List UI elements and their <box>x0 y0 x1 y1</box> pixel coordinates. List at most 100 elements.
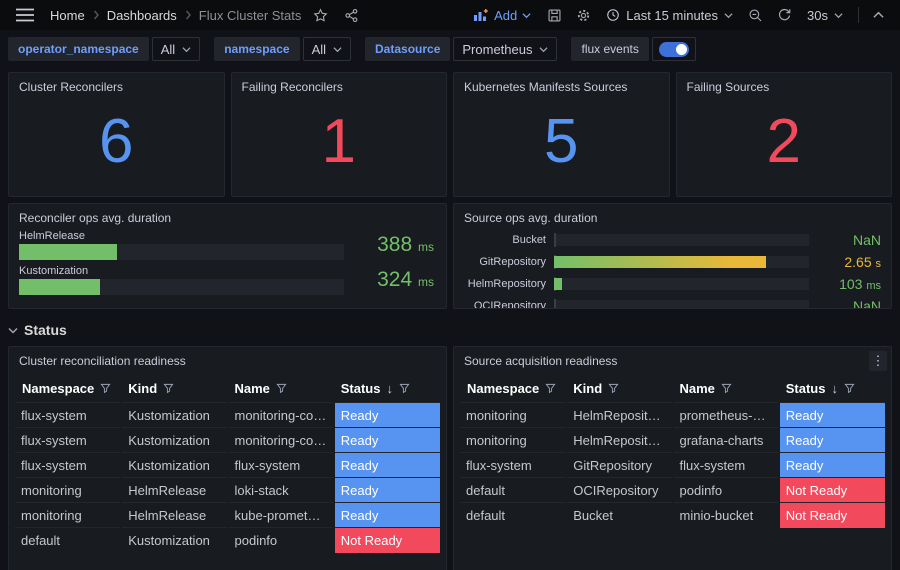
stat-panels-row: Cluster Reconcilers 6 Failing Reconciler… <box>8 72 892 197</box>
filter-icon[interactable] <box>163 383 174 394</box>
status-cell: Not Ready <box>334 528 440 553</box>
table-cell: HelmRepository <box>566 403 672 428</box>
column-header-kind[interactable]: Kind <box>121 375 227 403</box>
datasource-select[interactable]: Prometheus <box>453 37 557 61</box>
dashboard-settings-button[interactable] <box>570 5 597 26</box>
table-cell: flux-system <box>460 453 566 478</box>
namespace-select[interactable]: All <box>303 37 351 61</box>
filter-icon[interactable] <box>721 383 732 394</box>
divider <box>858 7 859 23</box>
status-cell: Ready <box>334 403 440 428</box>
save-icon <box>547 8 562 23</box>
add-button[interactable]: Add <box>465 5 539 26</box>
column-header-status[interactable]: Status↓ <box>334 375 440 403</box>
gauge-bar <box>554 278 562 290</box>
table-cell: HelmRepository <box>566 428 672 453</box>
filter-icon[interactable] <box>545 383 556 394</box>
table-cell: HelmRelease <box>121 478 227 503</box>
flux-events-toggle[interactable] <box>652 37 696 61</box>
collapse-toolbar-button[interactable] <box>867 8 890 22</box>
gauge-value: 388 ms <box>344 233 436 257</box>
panel-title[interactable]: Failing Reconcilers <box>232 73 447 98</box>
filter-icon[interactable] <box>276 383 287 394</box>
breadcrumb-home[interactable]: Home <box>50 8 85 23</box>
filter-icon[interactable] <box>100 383 111 394</box>
status-cell: Ready <box>779 428 885 453</box>
gauge-value: NaN <box>817 232 881 248</box>
column-header-namespace[interactable]: Namespace <box>460 375 566 403</box>
zoom-out-button[interactable] <box>742 5 769 26</box>
panel-title[interactable]: Failing Sources <box>677 73 892 98</box>
gauge-track <box>554 234 809 246</box>
filter-icon[interactable] <box>608 383 619 394</box>
panel-menu-button[interactable]: ⋮ <box>869 351 887 371</box>
table-row: defaultKustomizationpodinfoNot Ready <box>15 528 440 553</box>
stat-value: 5 <box>454 98 669 196</box>
table-cell: flux-system <box>15 403 121 428</box>
table-cell: flux-system <box>673 453 779 478</box>
refresh-interval-picker[interactable]: 30s <box>800 5 850 26</box>
panel-title[interactable]: Source ops avg. duration <box>454 204 891 229</box>
status-cell: Ready <box>334 453 440 478</box>
save-dashboard-button[interactable] <box>541 5 568 26</box>
gear-icon <box>576 8 591 23</box>
table-cell: monitoring <box>460 403 566 428</box>
breadcrumb-current: Flux Cluster Stats <box>199 8 302 23</box>
column-header-name[interactable]: Name <box>673 375 779 403</box>
table-cell: default <box>460 503 566 528</box>
chevron-down-icon <box>522 12 531 19</box>
column-header-namespace[interactable]: Namespace <box>15 375 121 403</box>
gauge-label: OCIRepository <box>464 300 546 309</box>
refresh-button[interactable] <box>771 5 798 26</box>
panel-title[interactable]: Reconciler ops avg. duration <box>9 204 446 229</box>
panel-title[interactable]: Cluster reconciliation readiness <box>9 347 446 372</box>
gauge-bar <box>19 244 117 260</box>
breadcrumb-dashboards[interactable]: Dashboards <box>107 8 177 23</box>
panel-source-acquisition-readiness: Source acquisition readiness ⋮ Namespace… <box>453 346 892 570</box>
variable-datasource: Datasource Prometheus <box>365 37 557 61</box>
section-status-toggle[interactable]: Status <box>8 319 892 341</box>
share-icon <box>344 8 359 23</box>
variable-flux-events: flux events <box>571 37 695 61</box>
filter-icon[interactable] <box>399 383 410 394</box>
column-header-name[interactable]: Name <box>228 375 334 403</box>
selected-value: All <box>312 42 326 57</box>
table-cell: grafana-charts <box>673 428 779 453</box>
chevron-right-icon <box>184 10 192 20</box>
variable-namespace: namespace All <box>214 37 351 61</box>
table-cell: OCIRepository <box>566 478 672 503</box>
panel-title[interactable]: Source acquisition readiness <box>454 347 891 372</box>
table-cell: minio-bucket <box>673 503 779 528</box>
column-header-kind[interactable]: Kind <box>566 375 672 403</box>
table-cell: podinfo <box>228 528 334 553</box>
table-row: monitoringHelmRepositoryprometheus-com..… <box>460 403 885 428</box>
breadcrumb: Home Dashboards Flux Cluster Stats <box>50 8 301 23</box>
panel-failing-reconcilers: Failing Reconcilers 1 <box>231 72 448 197</box>
gauge-row-gitrepository: GitRepository 2.65 s <box>464 254 881 270</box>
table-row: flux-systemKustomizationflux-systemReady <box>15 453 440 478</box>
gauge-label: GitRepository <box>464 256 546 268</box>
sort-desc-icon: ↓ <box>386 381 393 396</box>
status-cell: Ready <box>779 453 885 478</box>
selected-value: All <box>161 42 175 57</box>
gauge-label: HelmRepository <box>464 278 546 290</box>
time-range-picker[interactable]: Last 15 minutes <box>599 5 740 26</box>
share-button[interactable] <box>338 5 365 26</box>
zoom-out-icon <box>748 8 763 23</box>
table-row: defaultOCIRepositorypodinfoNot Ready <box>460 478 885 503</box>
operator-namespace-select[interactable]: All <box>152 37 200 61</box>
panel-reconciler-ops-duration: Reconciler ops avg. duration HelmRelease… <box>8 203 447 309</box>
panel-cluster-reconcilers: Cluster Reconcilers 6 <box>8 72 225 197</box>
menu-toggle-button[interactable] <box>10 5 40 25</box>
table-cell: podinfo <box>673 478 779 503</box>
panel-title[interactable]: Cluster Reconcilers <box>9 73 224 98</box>
cluster-readiness-table: Namespace Kind Name Status↓ flux-systemK… <box>15 375 440 553</box>
status-cell: Ready <box>334 503 440 528</box>
filter-icon[interactable] <box>844 383 855 394</box>
stat-value: 1 <box>232 98 447 196</box>
gauge-track <box>19 244 344 260</box>
table-cell: monitoring <box>15 478 121 503</box>
panel-title[interactable]: Kubernetes Manifests Sources <box>454 73 669 98</box>
favorite-button[interactable] <box>307 5 334 26</box>
column-header-status[interactable]: Status↓ <box>779 375 885 403</box>
